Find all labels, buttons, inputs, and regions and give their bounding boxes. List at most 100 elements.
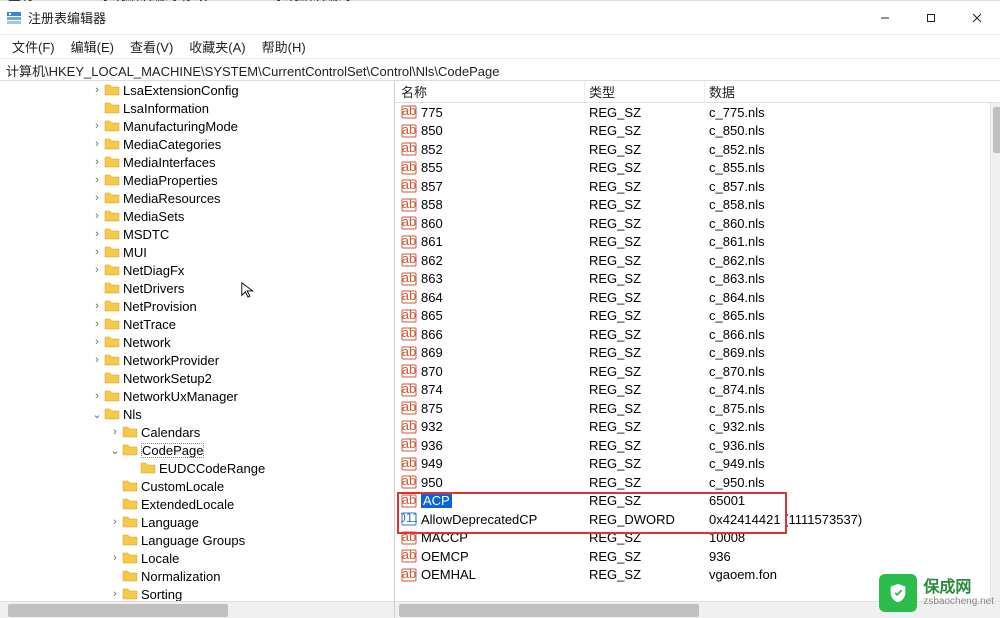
value-row[interactable]: ab775REG_SZc_775.nls: [395, 103, 1000, 122]
tree-item[interactable]: NetDrivers: [0, 279, 394, 297]
expand-icon[interactable]: ›: [90, 390, 104, 402]
menu-file[interactable]: 文件(F): [4, 35, 63, 58]
value-row[interactable]: ab950REG_SZc_950.nls: [395, 473, 1000, 492]
value-row[interactable]: ab860REG_SZc_860.nls: [395, 214, 1000, 233]
value-row[interactable]: ab862REG_SZc_862.nls: [395, 251, 1000, 270]
value-data: c_850.nls: [705, 123, 1000, 138]
expand-icon[interactable]: ›: [108, 552, 122, 564]
value-row[interactable]: ab869REG_SZc_869.nls: [395, 344, 1000, 363]
value-row[interactable]: ab949REG_SZc_949.nls: [395, 455, 1000, 474]
tree-item[interactable]: ›MediaCategories: [0, 135, 394, 153]
value-row[interactable]: ab857REG_SZc_857.nls: [395, 177, 1000, 196]
column-type[interactable]: 类型: [585, 81, 705, 102]
value-row[interactable]: ab865REG_SZc_865.nls: [395, 307, 1000, 326]
expand-icon[interactable]: ›: [90, 318, 104, 330]
tree-item[interactable]: EUDCCodeRange: [0, 459, 394, 477]
value-data: c_852.nls: [705, 142, 1000, 157]
expand-icon[interactable]: ›: [108, 588, 122, 600]
tree-item[interactable]: ›MSDTC: [0, 225, 394, 243]
value-row[interactable]: ab850REG_SZc_850.nls: [395, 122, 1000, 141]
expand-icon[interactable]: ›: [90, 192, 104, 204]
tree-item[interactable]: ›NetDiagFx: [0, 261, 394, 279]
value-row[interactable]: ab855REG_SZc_855.nls: [395, 159, 1000, 178]
tree-item[interactable]: ›MediaSets: [0, 207, 394, 225]
tree-item[interactable]: ⌄Nls: [0, 405, 394, 423]
tree-item-label: CustomLocale: [141, 479, 224, 494]
expand-icon[interactable]: ›: [90, 174, 104, 186]
value-row[interactable]: abOEMCPREG_SZ936: [395, 547, 1000, 566]
expand-icon[interactable]: ›: [90, 210, 104, 222]
tree-horizontal-scrollbar[interactable]: [0, 601, 394, 618]
tree-item[interactable]: ›ManufacturingMode: [0, 117, 394, 135]
list-vertical-scrollbar[interactable]: [990, 103, 1000, 601]
tree-item[interactable]: ›Language: [0, 513, 394, 531]
column-data[interactable]: 数据: [705, 81, 1000, 102]
svg-text:ab: ab: [402, 493, 416, 507]
value-row[interactable]: ab864REG_SZc_864.nls: [395, 288, 1000, 307]
expand-icon[interactable]: ›: [90, 246, 104, 258]
expand-icon[interactable]: ›: [90, 120, 104, 132]
expand-icon[interactable]: ›: [90, 228, 104, 240]
minimize-button[interactable]: [862, 1, 908, 35]
expand-icon[interactable]: ›: [90, 300, 104, 312]
tree-item[interactable]: ›Network: [0, 333, 394, 351]
expand-icon[interactable]: ⌄: [90, 408, 104, 421]
expand-icon[interactable]: ›: [108, 426, 122, 438]
tree-item[interactable]: NetworkSetup2: [0, 369, 394, 387]
value-data: 65001: [705, 493, 1000, 508]
tree-item[interactable]: ›NetTrace: [0, 315, 394, 333]
tree-item-label: CodePage: [141, 443, 204, 458]
expand-icon[interactable]: ›: [90, 138, 104, 150]
menu-help[interactable]: 帮助(H): [254, 35, 314, 58]
value-row[interactable]: abACPREG_SZ65001: [395, 492, 1000, 511]
tree-item[interactable]: ›NetworkUxManager: [0, 387, 394, 405]
expand-icon[interactable]: ›: [108, 516, 122, 528]
value-row[interactable]: ab874REG_SZc_874.nls: [395, 381, 1000, 400]
value-row[interactable]: ab852REG_SZc_852.nls: [395, 140, 1000, 159]
tree-item[interactable]: Normalization: [0, 567, 394, 585]
column-name[interactable]: 名称: [395, 81, 585, 102]
value-row[interactable]: ab863REG_SZc_863.nls: [395, 270, 1000, 289]
address-bar[interactable]: 计算机\HKEY_LOCAL_MACHINE\SYSTEM\CurrentCon…: [0, 59, 1000, 81]
expand-icon[interactable]: ›: [90, 156, 104, 168]
expand-icon[interactable]: ›: [90, 354, 104, 366]
tree-item[interactable]: ›LsaExtensionConfig: [0, 81, 394, 99]
value-data: c_863.nls: [705, 271, 1000, 286]
value-row[interactable]: ab936REG_SZc_936.nls: [395, 436, 1000, 455]
expand-icon[interactable]: ›: [90, 84, 104, 96]
expand-icon[interactable]: ›: [90, 336, 104, 348]
value-row[interactable]: ab875REG_SZc_875.nls: [395, 399, 1000, 418]
svg-text:ab: ab: [402, 345, 416, 359]
tree-item[interactable]: ⌄ CodePage: [0, 441, 394, 459]
tree-item[interactable]: ›NetProvision: [0, 297, 394, 315]
menu-edit[interactable]: 编辑(E): [63, 35, 122, 58]
value-row[interactable]: ab866REG_SZc_866.nls: [395, 325, 1000, 344]
tree-item[interactable]: Language Groups: [0, 531, 394, 549]
value-row[interactable]: 011AllowDeprecatedCPREG_DWORD0x42414421 …: [395, 510, 1000, 529]
close-button[interactable]: [954, 1, 1000, 35]
tree-item[interactable]: CustomLocale: [0, 477, 394, 495]
tree-item[interactable]: ›MUI: [0, 243, 394, 261]
tree-item[interactable]: ›Locale: [0, 549, 394, 567]
value-type: REG_SZ: [585, 234, 705, 249]
value-row[interactable]: ab861REG_SZc_861.nls: [395, 233, 1000, 252]
value-type: REG_SZ: [585, 216, 705, 231]
menu-view[interactable]: 查看(V): [122, 35, 181, 58]
tree-item[interactable]: ›MediaInterfaces: [0, 153, 394, 171]
tree-item[interactable]: ›Sorting: [0, 585, 394, 601]
value-row[interactable]: ab858REG_SZc_858.nls: [395, 196, 1000, 215]
value-row[interactable]: abMACCPREG_SZ10008: [395, 529, 1000, 548]
expand-icon[interactable]: ⌄: [108, 444, 122, 457]
value-row[interactable]: ab870REG_SZc_870.nls: [395, 362, 1000, 381]
reg-sz-icon: ab: [401, 123, 417, 139]
expand-icon[interactable]: ›: [90, 264, 104, 276]
tree-item[interactable]: ›MediaProperties: [0, 171, 394, 189]
tree-item[interactable]: ExtendedLocale: [0, 495, 394, 513]
tree-item[interactable]: ›NetworkProvider: [0, 351, 394, 369]
value-row[interactable]: ab932REG_SZc_932.nls: [395, 418, 1000, 437]
menu-fav[interactable]: 收藏夹(A): [181, 35, 253, 58]
tree-item[interactable]: LsaInformation: [0, 99, 394, 117]
maximize-button[interactable]: [908, 1, 954, 35]
tree-item[interactable]: ›Calendars: [0, 423, 394, 441]
tree-item[interactable]: ›MediaResources: [0, 189, 394, 207]
